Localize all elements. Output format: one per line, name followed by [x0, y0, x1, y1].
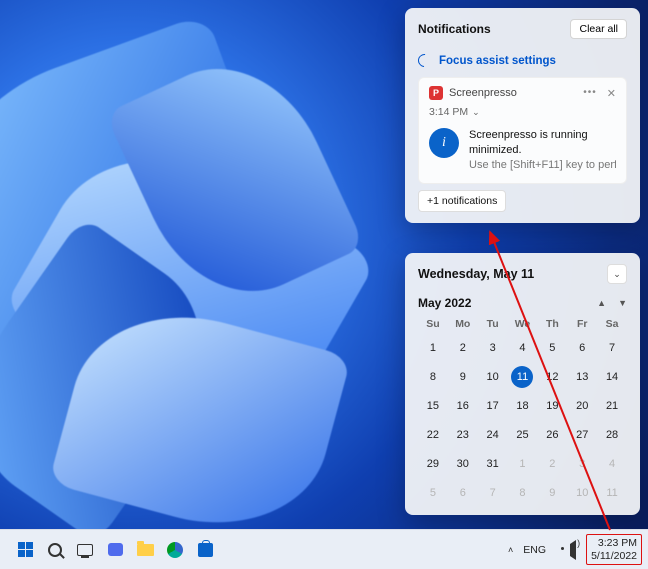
desktop: Notifications Clear all Focus assist set…: [0, 0, 648, 569]
calendar-day[interactable]: 22: [418, 424, 448, 446]
moon-icon: [415, 51, 433, 69]
folder-icon: [137, 544, 154, 556]
search-icon: [48, 543, 62, 557]
notification-text-2: Use the [Shift+F11] key to perform a ca: [469, 158, 616, 173]
file-explorer-button[interactable]: [132, 537, 158, 563]
calendar-day[interactable]: 15: [418, 395, 448, 417]
calendar-day[interactable]: 9: [537, 482, 567, 504]
calendar-day[interactable]: 26: [537, 424, 567, 446]
notification-more-icon[interactable]: •••: [583, 87, 597, 100]
calendar-day[interactable]: 1: [508, 453, 538, 475]
calendar-day[interactable]: 10: [567, 482, 597, 504]
calendar-day[interactable]: 5: [537, 337, 567, 359]
calendar-day[interactable]: 1: [418, 337, 448, 359]
chevron-down-icon[interactable]: ⌄: [472, 107, 480, 118]
calendar-day[interactable]: 2: [448, 337, 478, 359]
calendar-day[interactable]: 28: [597, 424, 627, 446]
calendar-day[interactable]: 4: [597, 453, 627, 475]
taskbar-clock[interactable]: 3:23 PM 5/11/2022: [586, 534, 642, 564]
calendar-day[interactable]: 30: [448, 453, 478, 475]
calendar-dow: Th: [537, 318, 567, 330]
calendar-dow: We: [508, 318, 538, 330]
calendar-next-icon[interactable]: ▼: [618, 298, 627, 308]
calendar-day[interactable]: 8: [508, 482, 538, 504]
calendar-day[interactable]: 3: [478, 337, 508, 359]
calendar-day[interactable]: 12: [537, 366, 567, 388]
calendar-day[interactable]: 27: [567, 424, 597, 446]
calendar-day[interactable]: 10: [478, 366, 508, 388]
notification-card[interactable]: P Screenpresso ••• ✕ 3:14 PM ⌄ i Screenp…: [418, 77, 627, 184]
calendar-day[interactable]: 6: [448, 482, 478, 504]
calendar-month-label[interactable]: May 2022: [418, 296, 471, 310]
focus-assist-label: Focus assist settings: [439, 55, 556, 67]
store-button[interactable]: [192, 537, 218, 563]
clear-all-button[interactable]: Clear all: [570, 19, 627, 39]
taskbar-date: 5/11/2022: [591, 550, 637, 562]
calendar-dow: Sa: [597, 318, 627, 330]
task-view-button[interactable]: [72, 537, 98, 563]
search-button[interactable]: [42, 537, 68, 563]
calendar-day[interactable]: 9: [448, 366, 478, 388]
calendar-day[interactable]: 7: [597, 337, 627, 359]
calendar-day[interactable]: 8: [418, 366, 448, 388]
calendar-day[interactable]: 7: [478, 482, 508, 504]
calendar-grid: SuMoTuWeThFrSa12345678910111213141516171…: [418, 318, 627, 504]
info-icon: i: [429, 128, 459, 158]
calendar-day[interactable]: 19: [537, 395, 567, 417]
focus-assist-link[interactable]: Focus assist settings: [418, 49, 627, 77]
taskbar-time: 3:23 PM: [591, 537, 637, 549]
calendar-day[interactable]: 4: [508, 337, 538, 359]
calendar-day[interactable]: 25: [508, 424, 538, 446]
start-button[interactable]: [12, 537, 38, 563]
calendar-dow: Su: [418, 318, 448, 330]
tray-overflow-icon[interactable]: ˄: [508, 545, 513, 555]
calendar-day-today[interactable]: 11: [511, 366, 533, 388]
calendar-day[interactable]: 3: [567, 453, 597, 475]
store-icon: [198, 543, 213, 557]
calendar-day[interactable]: 29: [418, 453, 448, 475]
calendar-dow: Mo: [448, 318, 478, 330]
calendar-day[interactable]: 6: [567, 337, 597, 359]
calendar-day[interactable]: 18: [508, 395, 538, 417]
calendar-day[interactable]: 24: [478, 424, 508, 446]
task-view-icon: [77, 544, 93, 556]
calendar-full-date: Wednesday, May 11: [418, 267, 534, 281]
taskbar: ˄ ENG 3:23 PM 5/11/2022: [0, 529, 648, 569]
calendar-prev-icon[interactable]: ▲: [597, 298, 606, 308]
notification-app-name: Screenpresso: [449, 87, 517, 99]
screenpresso-icon: P: [429, 86, 443, 100]
edge-button[interactable]: [162, 537, 188, 563]
calendar-day[interactable]: 14: [597, 366, 627, 388]
language-indicator[interactable]: ENG: [523, 544, 546, 556]
chat-icon: [108, 543, 123, 556]
notification-time: 3:14 PM: [429, 106, 468, 118]
calendar-day[interactable]: 17: [478, 395, 508, 417]
calendar-day[interactable]: 21: [597, 395, 627, 417]
notification-text-1: Screenpresso is running minimized.: [469, 128, 616, 158]
calendar-day[interactable]: 11: [597, 482, 627, 504]
calendar-panel: Wednesday, May 11 ⌄ May 2022 ▲ ▼ SuMoTuW…: [405, 253, 640, 515]
calendar-day[interactable]: 2: [537, 453, 567, 475]
notifications-title: Notifications: [418, 22, 491, 36]
calendar-dow: Tu: [478, 318, 508, 330]
notifications-panel: Notifications Clear all Focus assist set…: [405, 8, 640, 223]
calendar-day[interactable]: 23: [448, 424, 478, 446]
calendar-day[interactable]: 20: [567, 395, 597, 417]
calendar-dow: Fr: [567, 318, 597, 330]
speaker-icon[interactable]: [566, 544, 576, 556]
calendar-day[interactable]: 31: [478, 453, 508, 475]
chat-button[interactable]: [102, 537, 128, 563]
more-notifications-button[interactable]: +1 notifications: [418, 190, 506, 212]
calendar-day[interactable]: 5: [418, 482, 448, 504]
edge-icon: [167, 542, 183, 558]
calendar-collapse-button[interactable]: ⌄: [607, 264, 627, 284]
calendar-day[interactable]: 16: [448, 395, 478, 417]
calendar-day[interactable]: 13: [567, 366, 597, 388]
notification-close-icon[interactable]: ✕: [607, 87, 616, 100]
